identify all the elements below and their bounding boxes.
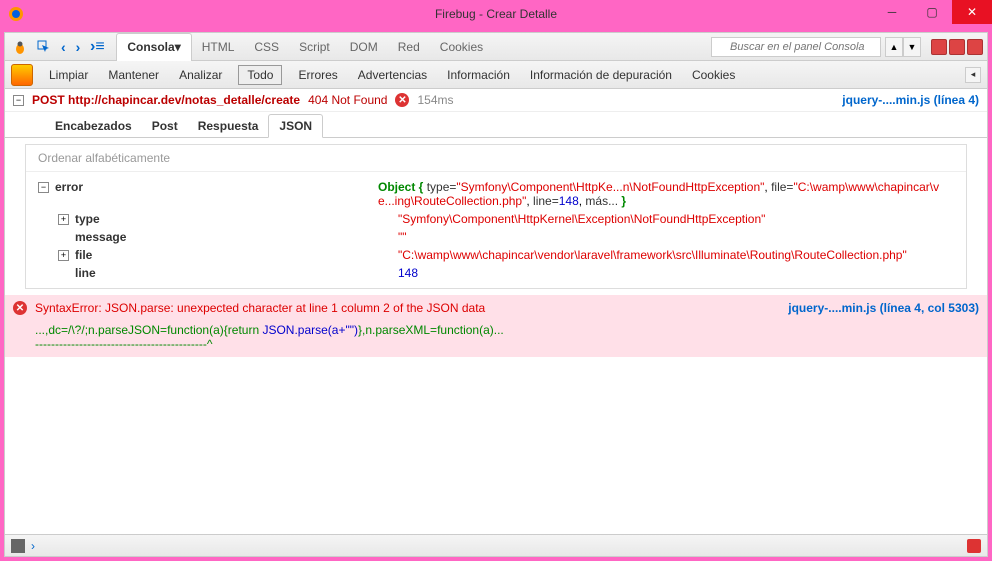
error-message: SyntaxError: JSON.parse: unexpected char… [35, 301, 780, 315]
tab-dom[interactable]: DOM [340, 33, 388, 61]
panel-tabs: Consola ▾ HTML CSS Script DOM Red Cookie… [116, 33, 493, 61]
subtab-respuesta[interactable]: Respuesta [188, 115, 269, 137]
tab-css[interactable]: CSS [244, 33, 289, 61]
subtab-post[interactable]: Post [142, 115, 188, 137]
json-object-summary[interactable]: Object { type="Symfony\Component\HttpKe.… [378, 180, 954, 208]
toggle-type[interactable]: + [58, 214, 69, 225]
response-subtabs: Encabezados Post Respuesta JSON [5, 112, 987, 138]
error-icon: ✕ [395, 93, 409, 107]
tb-limpiar[interactable]: Limpiar [45, 66, 92, 84]
tb-cookies2[interactable]: Cookies [688, 66, 739, 84]
break-icon[interactable] [11, 64, 33, 86]
request-method-url: POST http://chapincar.dev/notas_detalle/… [32, 93, 300, 107]
collapse-icon[interactable]: − [13, 95, 24, 106]
firefox-icon [8, 6, 24, 22]
window-title: Firebug - Crear Detalle [435, 7, 557, 21]
json-key-error: error [55, 180, 83, 194]
toggle-error[interactable]: − [38, 182, 49, 193]
search-input[interactable] [711, 37, 881, 57]
tab-html[interactable]: HTML [192, 33, 245, 61]
json-key-message: message [75, 230, 126, 244]
close-button[interactable]: ✕ [952, 0, 992, 24]
command-editor-icon[interactable] [11, 539, 25, 553]
json-val-type[interactable]: "Symfony\Component\HttpKernel\Exception\… [398, 212, 954, 226]
tb-informacion[interactable]: Información [443, 66, 514, 84]
sort-alpha-link[interactable]: Ordenar alfabéticamente [26, 145, 966, 172]
statusbar: › [5, 534, 987, 556]
tb-advertencias[interactable]: Advertencias [354, 66, 431, 84]
json-key-type: type [75, 212, 100, 226]
request-line[interactable]: − POST http://chapincar.dev/notas_detall… [5, 89, 987, 112]
command-line-icon[interactable]: ›≡ [86, 36, 108, 58]
json-val-line[interactable]: 148 [398, 266, 954, 280]
syntax-error-row[interactable]: ✕ SyntaxError: JSON.parse: unexpected ch… [5, 295, 987, 321]
tb-errores[interactable]: Errores [294, 66, 341, 84]
search-next[interactable]: ▼ [903, 37, 921, 57]
maximize-button[interactable]: ▢ [912, 0, 952, 24]
subtab-json[interactable]: JSON [268, 114, 323, 138]
json-key-line: line [75, 266, 96, 280]
main-toolbar: ‹ › ›≡ Consola ▾ HTML CSS Script DOM Red… [5, 33, 987, 61]
request-time: 154ms [417, 93, 453, 107]
source-link[interactable]: jquery-....min.js (línea 4) [842, 93, 979, 107]
json-val-file[interactable]: "C:\wamp\www\chapincar\vendor\laravel\fr… [398, 248, 954, 262]
error-icon: ✕ [13, 301, 27, 315]
console-toolbar: Limpiar Mantener Analizar Todo Errores A… [5, 61, 987, 89]
minimize-button[interactable]: ─ [872, 0, 912, 24]
firebug-icon[interactable] [9, 36, 31, 58]
error-code-snippet: ...,dc=/\?/;n.parseJSON=function(a){retu… [5, 321, 987, 357]
tb-analizar[interactable]: Analizar [175, 66, 226, 84]
subtab-encabezados[interactable]: Encabezados [45, 115, 142, 137]
tb-debug-info[interactable]: Información de depuración [526, 66, 676, 84]
json-key-file: file [75, 248, 92, 262]
minimize-panel-button[interactable] [931, 39, 947, 55]
tb-mantener[interactable]: Mantener [104, 66, 163, 84]
command-prompt-icon[interactable]: › [31, 539, 35, 553]
toolbar-collapse[interactable]: ◂ [965, 67, 981, 83]
search-prev[interactable]: ▲ [885, 37, 903, 57]
tab-script[interactable]: Script [289, 33, 340, 61]
nav-back[interactable]: ‹ [57, 39, 70, 55]
inspect-icon[interactable] [33, 36, 55, 58]
console-content: − POST http://chapincar.dev/notas_detall… [5, 89, 987, 534]
detach-panel-button[interactable] [949, 39, 965, 55]
json-val-message[interactable]: "" [398, 230, 954, 244]
status-text: 404 Not Found [308, 93, 387, 107]
statusbar-error-icon[interactable] [967, 539, 981, 553]
json-panel: Ordenar alfabéticamente −error Object { … [25, 144, 967, 289]
titlebar: Firebug - Crear Detalle ─ ▢ ✕ [0, 0, 992, 28]
error-source-link[interactable]: jquery-....min.js (línea 4, col 5303) [788, 301, 979, 315]
tab-consola[interactable]: Consola ▾ [116, 33, 191, 61]
tab-red[interactable]: Red [388, 33, 430, 61]
tb-todo[interactable]: Todo [238, 65, 282, 85]
tab-cookies[interactable]: Cookies [430, 33, 493, 61]
toggle-file[interactable]: + [58, 250, 69, 261]
nav-forward[interactable]: › [72, 39, 85, 55]
close-panel-button[interactable] [967, 39, 983, 55]
